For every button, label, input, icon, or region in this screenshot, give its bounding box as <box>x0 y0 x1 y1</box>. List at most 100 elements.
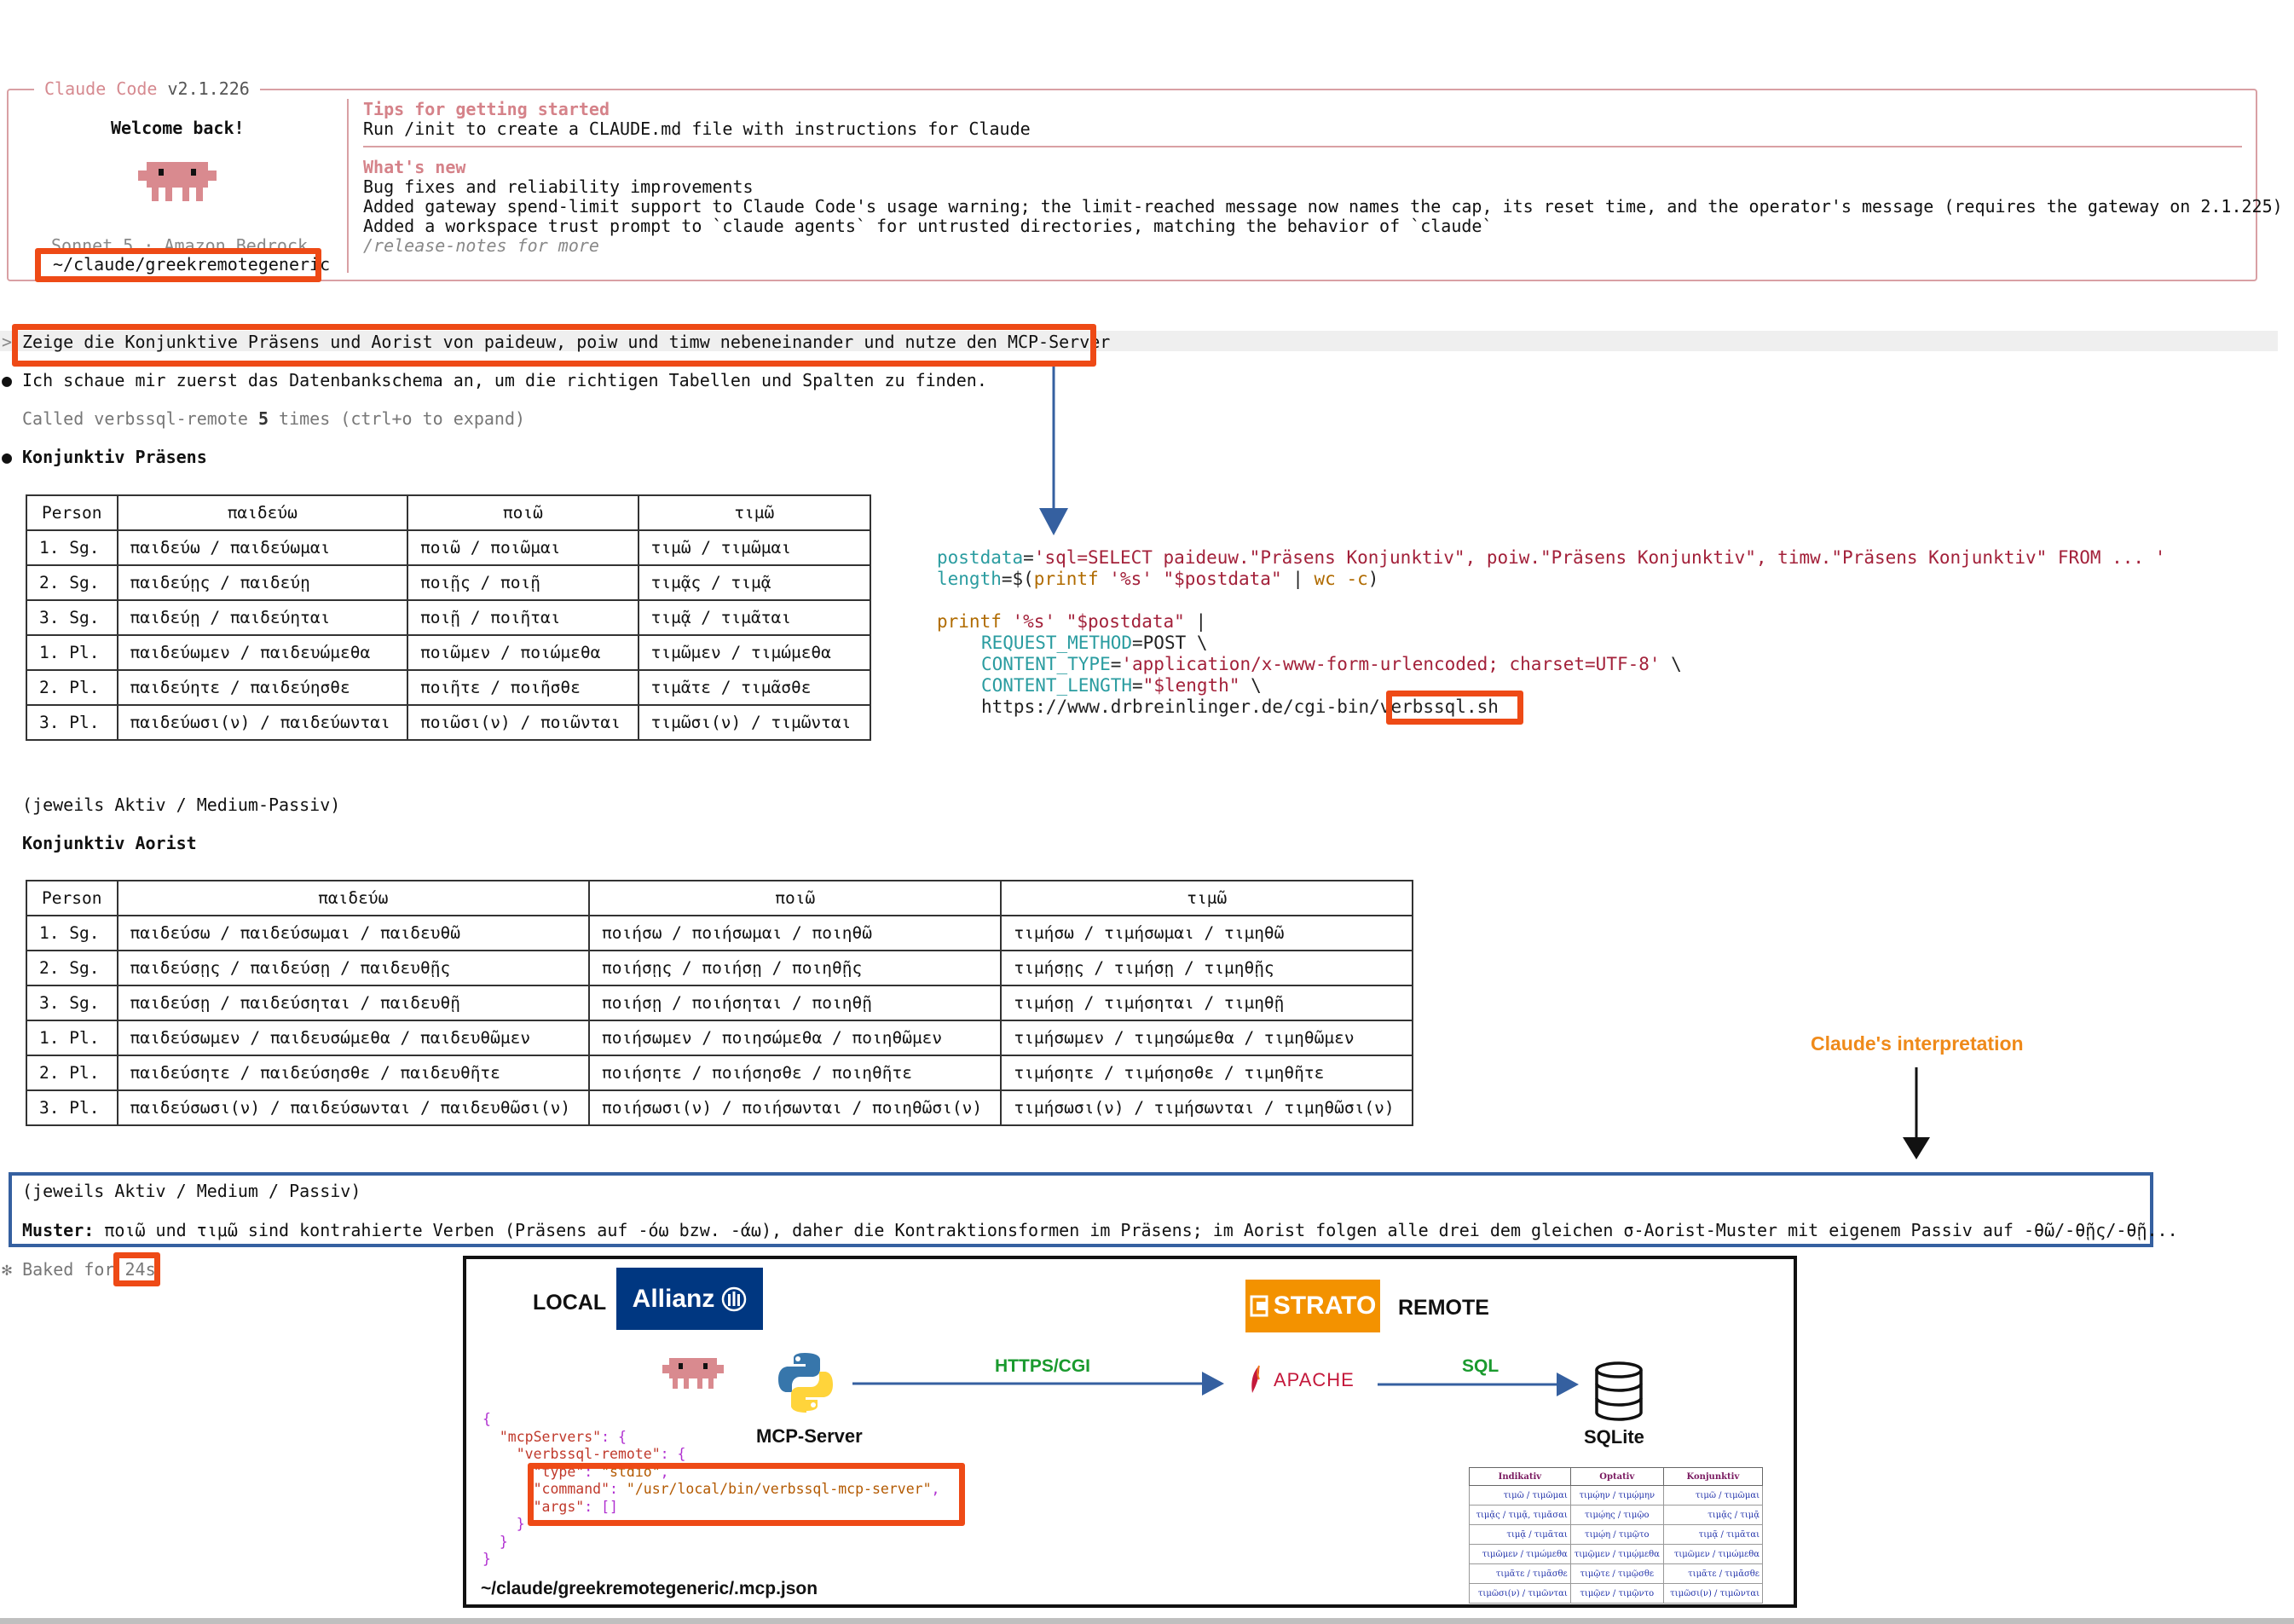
table-row: 3. Pl. παιδεύσωσι(ν) / παιδεύσωνται / πα… <box>26 1089 1413 1126</box>
tool-call-summary[interactable]: Called verbssql-remote 5 times (ctrl+o t… <box>22 408 525 429</box>
table-cell: ποιήσωσι(ν) / ποιήσωνται / ποιηθῶσι(ν) <box>587 1089 1003 1126</box>
table-row: τιμᾶτε / τιμᾶσθε τιμῷτε / τιμῷσθε τιμᾶτε… <box>1469 1563 1764 1584</box>
arrow-down-icon <box>1903 1067 1930 1159</box>
strato-mark-icon <box>1250 1295 1268 1317</box>
table-cell: παιδεύσητε / παιδεύσησθε / παιδευθῆτε <box>116 1055 591 1091</box>
table-cell: ποιῶ / ποιῶμαι <box>407 529 639 566</box>
welcome-panel <box>7 89 2257 281</box>
table-cell: τιμῶ / τιμῶμαι <box>637 529 872 566</box>
table-header-cell: ποιῶ <box>587 880 1003 916</box>
table-cell: ποιῇ / ποιῆται <box>407 599 639 636</box>
table-cell: 1. Sg. <box>26 915 118 951</box>
release-notes-link[interactable]: /release-notes for more <box>363 235 599 256</box>
claude-mascot-icon <box>138 162 217 201</box>
table-cell: τιμᾶτε / τιμᾶσθε <box>1469 1563 1571 1584</box>
table-cell: παιδεύωσι(ν) / παιδεύωνται <box>116 704 409 741</box>
script-highlight <box>1386 691 1523 725</box>
table-header-cell: Optativ <box>1569 1467 1664 1486</box>
bullet-icon: ● <box>2 447 13 467</box>
tips-title: Tips for getting started <box>363 99 610 119</box>
table-cell: παιδεύσωμεν / παιδευσώμεθα / παιδευθῶμεν <box>116 1020 591 1056</box>
table-row: 3. Sg. παιδεύῃ / παιδεύηται ποιῇ / ποιῆτ… <box>26 599 872 636</box>
table-header-cell: παιδεύω <box>116 494 409 531</box>
table-header-cell: ποιῶ <box>407 494 639 531</box>
bullet-icon: ● <box>2 370 13 390</box>
table-cell: τιμῷμεν / τιμῴμεθα <box>1569 1544 1664 1564</box>
table-header-row: Person παιδεύω ποιῶ τιμῶ <box>26 494 872 531</box>
table-cell: 1. Pl. <box>26 1020 118 1056</box>
table-header-cell: τιμῶ <box>1000 880 1413 916</box>
json-path-label: ~/claude/greekremotegeneric/.mcp.json <box>481 1579 818 1598</box>
table-cell: ποιῇς / ποιῇ <box>407 564 639 601</box>
table-cell: παιδεύωμεν / παιδευώμεθα <box>116 634 409 671</box>
code-line: CONTENT_LENGTH="$length" \ <box>981 675 1262 696</box>
table-cell: τιμῷεν / τιμῷντο <box>1569 1583 1664 1604</box>
table-cell: τιμᾷς / τιμᾷ <box>1662 1505 1764 1525</box>
table-row: 2. Pl. παιδεύητε / παιδεύησθε ποιῆτε / π… <box>26 669 872 706</box>
section-title-praesens: Konjunktiv Präsens <box>22 447 207 467</box>
sqlite-label: SQLite <box>1584 1426 1644 1448</box>
table-cell: ποιήσω / ποιήσωμαι / ποιηθῶ <box>587 915 1003 951</box>
code-line: postdata='sql=SELECT paideuw."Präsens Ko… <box>937 547 2166 568</box>
table-cell: ποιῶμεν / ποιώμεθα <box>407 634 639 671</box>
tips-divider <box>363 146 2242 147</box>
table-cell: τιμήσητε / τιμήσησθε / τιμηθῆτε <box>1000 1055 1413 1091</box>
apache-feather-icon <box>1251 1365 1260 1393</box>
table-cell: ποιῶσι(ν) / ποιῶνται <box>407 704 639 741</box>
table-row: 1. Pl. παιδεύσωμεν / παιδευσώμεθα / παιδ… <box>26 1020 1413 1056</box>
table-cell: 2. Pl. <box>26 669 118 706</box>
code-line: printf '%s' "$postdata" | <box>937 611 1207 632</box>
table-cell: παιδεύω / παιδεύωμαι <box>116 529 409 566</box>
table-row: 1. Sg. παιδεύω / παιδεύωμαι ποιῶ / ποιῶμ… <box>26 529 872 566</box>
table-cell: τιμῷτε / τιμῷσθε <box>1569 1563 1664 1584</box>
code-line: length=$(printf '%s' "$postdata" | wc -c… <box>937 569 1379 589</box>
local-label: LOCAL <box>533 1291 607 1315</box>
table-cell: ποιήσωμεν / ποιησώμεθα / ποιηθῶμεν <box>587 1020 1003 1056</box>
allianz-eagle-icon <box>722 1286 747 1311</box>
note-aktiv-medium-passiv: (jeweils Aktiv / Medium / Passiv) <box>22 1181 361 1201</box>
table-cell: τιμῶμεν / τιμώμεθα <box>637 634 872 671</box>
table-cell: παιδεύῃς / παιδεύῃ <box>116 564 409 601</box>
table-cell: τιμῶμεν / τιμώμεθα <box>1662 1544 1764 1564</box>
table-cell: 1. Pl. <box>26 634 118 671</box>
apache-label: APACHE <box>1274 1369 1355 1390</box>
table-cell: 3. Sg. <box>26 985 118 1021</box>
table-header-cell: Indikativ <box>1469 1467 1571 1486</box>
table-konjunktiv-praesens: Person παιδεύω ποιῶ τιμῶ 1. Sg. παιδεύω … <box>26 494 872 741</box>
app-title: Claude Code v2.1.226 <box>34 78 260 99</box>
prompt-marker: > <box>2 332 13 352</box>
claude-mascot-icon <box>662 1358 724 1389</box>
table-cell: τιμήσῃς / τιμήσῃ / τιμηθῇς <box>1000 950 1413 986</box>
code-line: CONTENT_TYPE='application/x-www-form-url… <box>981 654 1682 674</box>
version-label: v2.1.226 <box>167 78 250 99</box>
table-cell: τιμᾶτε / τιμᾶσθε <box>1662 1563 1764 1584</box>
assistant-message: Ich schaue mir zuerst das Datenbankschem… <box>22 370 987 390</box>
table-cell: τιμῶσι(ν) / τιμῶνται <box>1469 1583 1571 1604</box>
table-row: 3. Sg. παιδεύσῃ / παιδεύσηται / παιδευθῇ… <box>26 985 1413 1021</box>
sqlite-preview-table: Indikativ Optativ Konjunktiv τιμῶ / τιμῶ… <box>1469 1467 1764 1604</box>
whats-new-item: Bug fixes and reliability improvements <box>363 176 754 197</box>
code-line: REQUEST_METHOD=POST \ <box>981 633 1208 653</box>
table-header-cell: τιμῶ <box>637 494 872 531</box>
table-cell: 3. Pl. <box>26 704 118 741</box>
table-cell: τιμῴη / τιμῷτο <box>1569 1524 1664 1545</box>
table-row: τιμῶ / τιμῶμαι τιμῴην / τιμῴμην τιμῶ / τ… <box>1469 1485 1764 1506</box>
table-cell: 3. Sg. <box>26 599 118 636</box>
tips-line: Run /init to create a CLAUDE.md file wit… <box>363 118 1031 139</box>
table-row: 2. Sg. παιδεύσῃς / παιδεύσῃ / παιδευθῇς … <box>26 950 1413 986</box>
table-cell: τιμᾷς / τιμᾷ <box>637 564 872 601</box>
table-cell: τιμᾶτε / τιμᾶσθε <box>637 669 872 706</box>
table-row: 2. Pl. παιδεύσητε / παιδεύσησθε / παιδευ… <box>26 1055 1413 1091</box>
elapsed-time-highlight <box>113 1252 160 1286</box>
table-cell: ποιήσῃς / ποιήσῃ / ποιηθῇς <box>587 950 1003 986</box>
muster-text: Muster: ποιῶ und τιμῶ sind kontrahierte … <box>22 1220 2178 1240</box>
table-cell: παιδεύσω / παιδεύσωμαι / παιδευθῶ <box>116 915 591 951</box>
table-row: τιμῶσι(ν) / τιμῶνται τιμῷεν / τιμῷντο τι… <box>1469 1583 1764 1604</box>
table-header-cell: Konjunktiv <box>1662 1467 1764 1486</box>
table-header-row: Person παιδεύω ποιῶ τιμῶ <box>26 880 1413 916</box>
strato-logo: STRATO <box>1245 1280 1380 1332</box>
database-icon <box>1595 1361 1643 1421</box>
table-cell: 3. Pl. <box>26 1089 118 1126</box>
welcome-text: Welcome back! <box>111 118 245 138</box>
cwd-highlight <box>35 248 321 282</box>
